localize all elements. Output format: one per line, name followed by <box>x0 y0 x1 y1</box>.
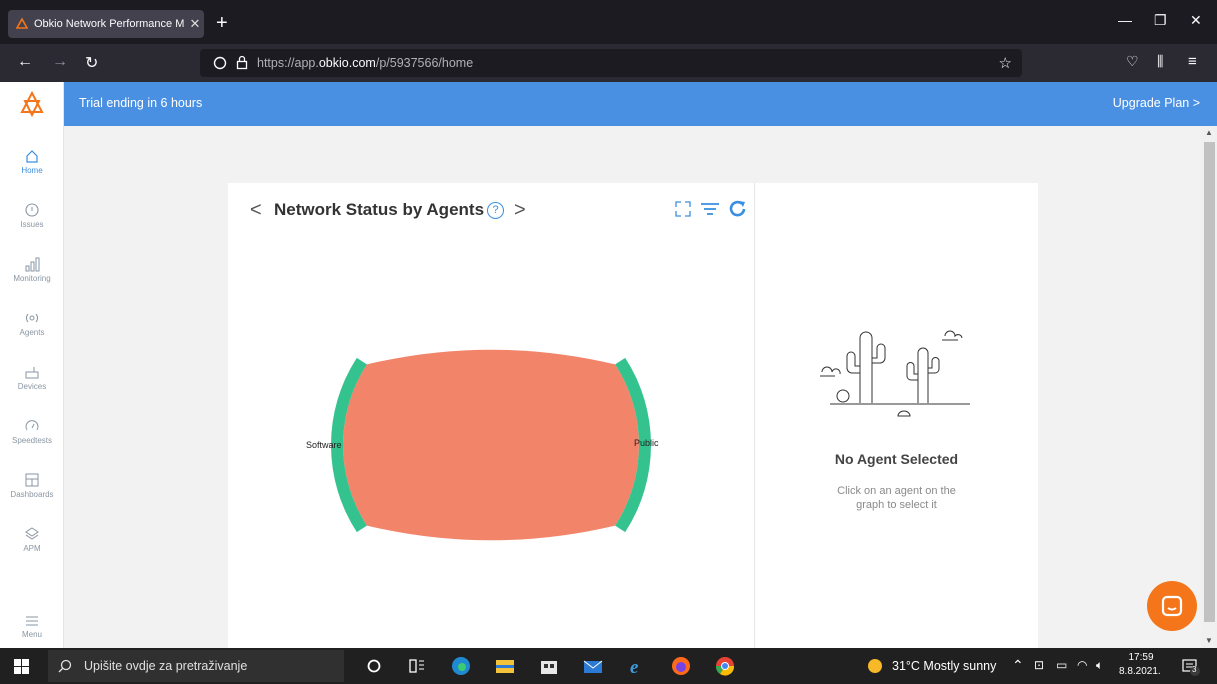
tab-title: Obkio Network Performance M <box>34 18 185 30</box>
sidebar-item-issues[interactable]: Issues <box>0 202 64 229</box>
sidebar-item-label: Dashboards <box>10 490 54 499</box>
tab-close-icon[interactable]: ✕ <box>186 16 204 32</box>
bar-chart-icon <box>25 257 40 272</box>
sidebar-item-label: Home <box>21 166 43 175</box>
sidebar-item-label: Devices <box>17 382 47 391</box>
upgrade-plan-link[interactable]: Upgrade Plan > <box>1113 96 1200 110</box>
scroll-up-icon[interactable]: ▲ <box>1205 128 1213 137</box>
sidebar-item-dashboards[interactable]: Dashboards <box>0 472 64 499</box>
minimize-icon[interactable]: — <box>1118 12 1132 28</box>
new-tab-button[interactable]: + <box>216 12 228 34</box>
empty-state-line1: Click on an agent on the <box>837 485 956 497</box>
store-icon[interactable] <box>539 656 559 676</box>
sidebar-item-agents[interactable]: Agents <box>0 310 64 337</box>
battery-icon[interactable]: ▭ <box>1056 658 1067 672</box>
trial-message: Trial ending in 6 hours <box>79 96 203 110</box>
mail-icon[interactable] <box>583 656 603 676</box>
weather-sun-icon[interactable] <box>865 656 885 676</box>
notification-count: 3 <box>1192 665 1197 674</box>
sidebar: Home Issues Monitoring Agents Devices Sp… <box>0 82 64 648</box>
trial-banner: Trial ending in 6 hours Upgrade Plan > <box>64 82 1217 126</box>
close-window-icon[interactable]: ✕ <box>1190 12 1202 29</box>
clock-date[interactable]: 8.8.2021. <box>1119 666 1161 677</box>
chrome-icon[interactable] <box>715 656 735 676</box>
tray-app-icon[interactable]: ⊡ <box>1034 658 1044 672</box>
back-icon[interactable]: ← <box>17 53 33 71</box>
browser-tab[interactable]: Obkio Network Performance M ✕ <box>8 10 204 38</box>
sidebar-menu-button[interactable]: Menu <box>0 612 64 639</box>
search-icon <box>58 659 72 673</box>
taskbar-search-placeholder: Upišite ovdje za pretraživanje <box>84 659 248 673</box>
sidebar-item-label: Speedtests <box>11 436 53 445</box>
browser-tab-bar: Obkio Network Performance M ✕ + — ❐ ✕ <box>0 0 1217 44</box>
notifications-icon[interactable] <box>1182 658 1200 676</box>
wifi-icon[interactable]: ◠ <box>1077 658 1087 672</box>
chord-label-software: Software <box>306 440 342 450</box>
forward-icon[interactable]: → <box>52 53 68 71</box>
svg-text:e: e <box>630 657 639 676</box>
empty-state-title: No Agent Selected <box>834 451 959 467</box>
sidebar-item-monitoring[interactable]: Monitoring <box>0 256 64 283</box>
url-text: https://app.obkio.com/p/5937566/home <box>257 56 474 70</box>
agent-detail-card: No Agent Selected Click on an agent on t… <box>755 183 1038 648</box>
windows-start-icon[interactable] <box>14 659 29 674</box>
cortana-icon[interactable] <box>364 656 384 676</box>
restore-icon[interactable]: ❐ <box>1154 12 1167 29</box>
reload-icon[interactable]: ↻ <box>85 53 98 73</box>
sidebar-item-speedtests[interactable]: Speedtests <box>0 418 64 445</box>
address-bar[interactable]: https://app.obkio.com/p/5937566/home ☆ <box>200 49 1022 77</box>
taskbar-search-input[interactable]: Upišite ovdje za pretraživanje <box>48 650 344 682</box>
browser-nav-bar: ← → ↻ https://app.obkio.com/p/5937566/ho… <box>0 44 1217 82</box>
lock-icon[interactable] <box>236 55 248 70</box>
sidebar-menu-label: Menu <box>21 630 42 639</box>
sidebar-item-apm[interactable]: APM <box>0 526 64 553</box>
chat-icon <box>1161 595 1183 617</box>
firefox-icon[interactable] <box>671 656 691 676</box>
home-icon <box>26 150 38 163</box>
obkio-logo[interactable] <box>0 82 64 126</box>
router-icon <box>25 367 39 379</box>
gauge-icon <box>25 420 39 431</box>
tray-overflow-icon[interactable]: ⌃ <box>1012 657 1024 674</box>
file-explorer-icon[interactable] <box>495 656 515 676</box>
library-icon[interactable]: ⫼ <box>1157 53 1163 70</box>
shield-icon[interactable] <box>213 56 227 70</box>
internet-explorer-icon[interactable]: e <box>627 656 647 676</box>
network-status-card: < Network Status by Agents? > Software P… <box>228 183 755 648</box>
clock-time[interactable]: 17:59 <box>1121 652 1161 663</box>
cactus-illustration-icon <box>820 330 970 417</box>
chord-ribbon[interactable] <box>343 349 639 541</box>
scrollbar-thumb[interactable] <box>1204 142 1215 622</box>
dashboard-icon <box>25 473 39 487</box>
edge-icon[interactable] <box>451 656 471 676</box>
sidebar-item-label: APM <box>23 544 41 553</box>
menu-icon <box>26 616 38 626</box>
obkio-favicon-icon <box>16 18 28 29</box>
hamburger-menu-icon[interactable]: ≡ <box>1188 53 1197 70</box>
weather-text[interactable]: 31°C Mostly sunny <box>892 659 996 673</box>
volume-icon[interactable]: 🔈︎ <box>1096 658 1103 673</box>
empty-state-line2: graph to select it <box>856 499 937 511</box>
layers-icon <box>25 527 39 540</box>
sidebar-item-label: Agents <box>19 328 45 337</box>
task-view-icon[interactable] <box>407 656 427 676</box>
pocket-icon[interactable]: ♡ <box>1126 53 1139 70</box>
scrollbar[interactable]: ▲ ▼ <box>1201 126 1217 648</box>
sidebar-item-devices[interactable]: Devices <box>0 364 64 391</box>
sidebar-item-label: Issues <box>20 220 44 229</box>
windows-taskbar: Upišite ovdje za pretraživanje e 31°C Mo… <box>0 648 1217 684</box>
sidebar-item-label: Monitoring <box>13 274 51 283</box>
scroll-down-icon[interactable]: ▼ <box>1205 636 1213 645</box>
chat-launcher-button[interactable] <box>1147 581 1197 631</box>
chord-label-public: Public <box>634 438 659 448</box>
alert-circle-icon <box>25 203 39 217</box>
chord-diagram: Software Public <box>306 349 659 541</box>
bookmark-star-icon[interactable]: ☆ <box>999 54 1012 72</box>
obkio-logo-icon <box>20 91 44 117</box>
sidebar-item-home[interactable]: Home <box>0 148 64 175</box>
broadcast-icon <box>26 313 38 323</box>
